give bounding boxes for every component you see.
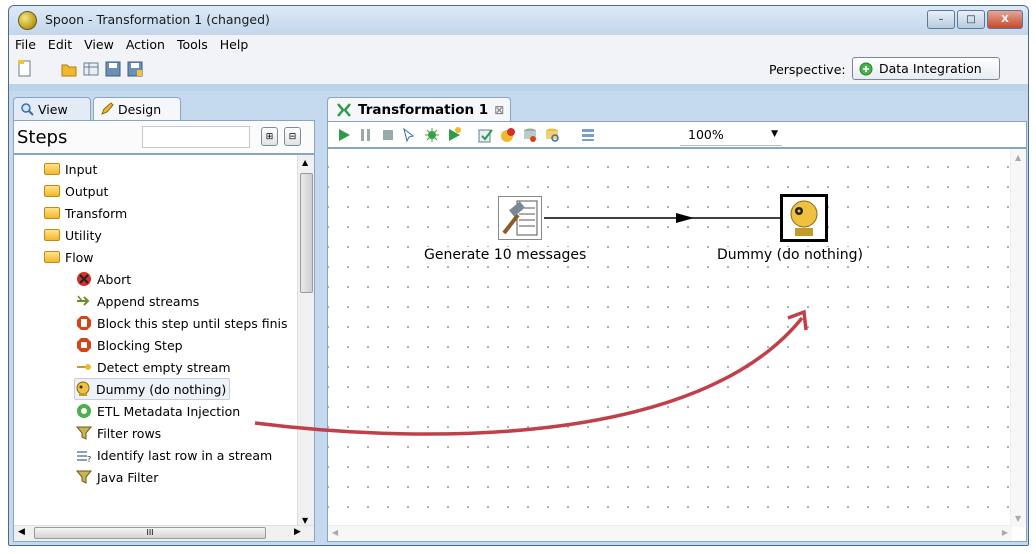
drag-annotation-layer <box>254 309 808 436</box>
drag-arrowhead-icon <box>787 309 808 331</box>
drag-arrow-curve <box>254 316 804 436</box>
